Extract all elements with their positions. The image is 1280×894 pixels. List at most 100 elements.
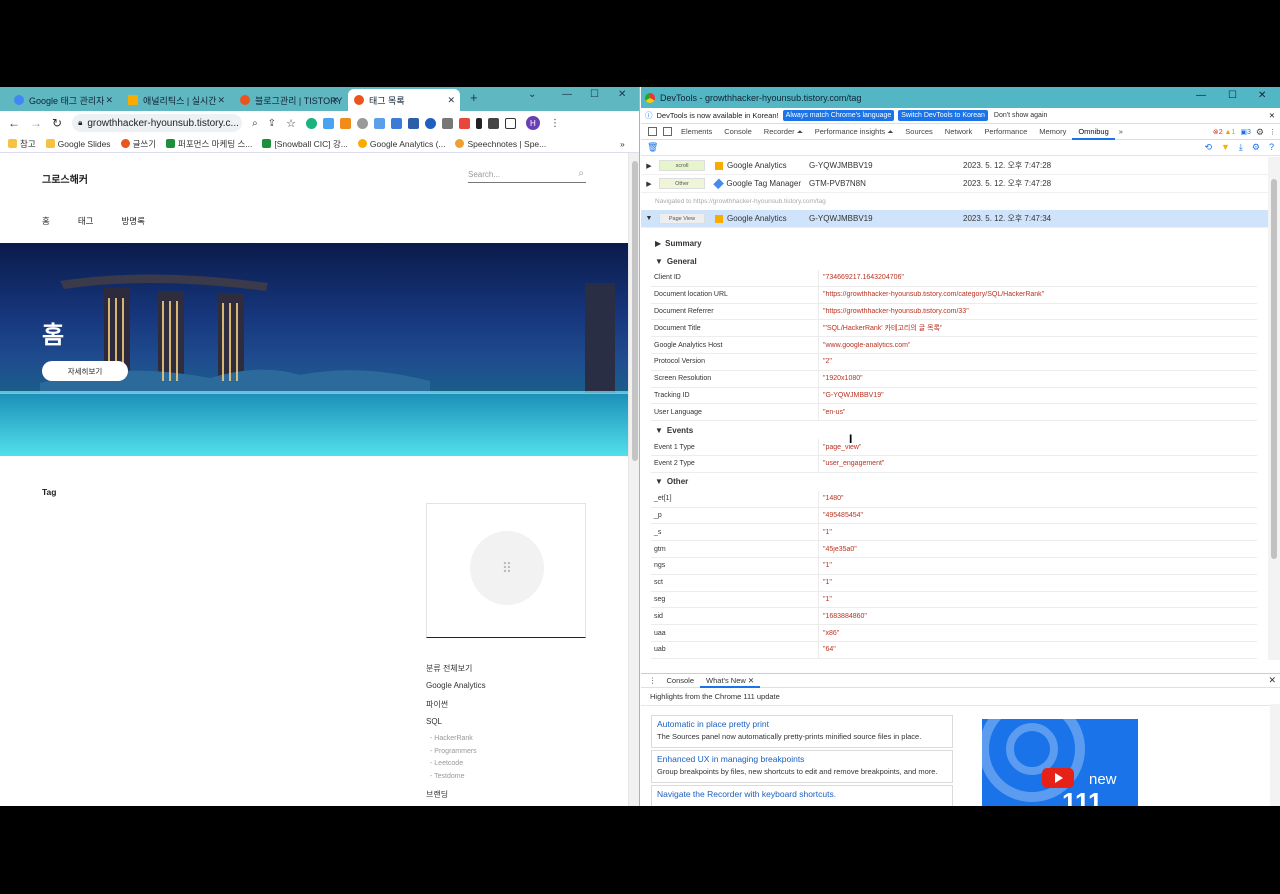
close-drawer-icon[interactable]: ✕ xyxy=(1268,675,1276,686)
gear-icon[interactable]: ⚙ xyxy=(1252,142,1260,153)
subcategory-item[interactable]: - Testdome xyxy=(426,773,486,786)
category-item[interactable]: 브랜딩 xyxy=(426,789,486,806)
more-icon[interactable]: ⋮ xyxy=(550,118,560,129)
whats-new-title[interactable]: Enhanced UX in managing breakpoints xyxy=(657,754,947,764)
omnibug-scrollbar[interactable] xyxy=(1268,157,1280,660)
close-icon[interactable]: ✕ xyxy=(105,95,113,106)
zoom-icon[interactable]: ⌕ xyxy=(252,118,258,129)
search-input[interactable]: Search... ⌕ xyxy=(468,167,586,183)
back-icon[interactable]: ← xyxy=(8,116,20,130)
tab-tag-list[interactable]: 태그 목록 ✕ xyxy=(348,89,460,111)
tab-performance-insights[interactable]: Performance insights ⏶ xyxy=(809,124,900,140)
gear-icon[interactable]: ⚙ xyxy=(1256,127,1264,138)
extension-icon[interactable] xyxy=(390,117,402,129)
whats-new-item[interactable]: Enhanced UX in managing breakpoints Grou… xyxy=(651,750,953,783)
tab-gtm[interactable]: Google 태그 관리자 ✕ xyxy=(8,89,118,111)
tab-memory[interactable]: Memory xyxy=(1033,124,1072,140)
more-tabs-icon[interactable]: » xyxy=(1119,127,1123,136)
scrollbar-thumb[interactable] xyxy=(632,161,638,461)
error-badge[interactable]: ⊗2 ▲1 xyxy=(1213,128,1236,136)
tab-network[interactable]: Network xyxy=(939,124,979,140)
request-row-expanded[interactable]: ▼ Page View Google Analytics G-YQWJMBBV1… xyxy=(641,210,1268,228)
download-icon[interactable]: ⤓ xyxy=(1239,142,1243,153)
drawer-scrollbar[interactable] xyxy=(1270,704,1280,806)
help-icon[interactable]: ? xyxy=(1269,142,1274,153)
extension-icon[interactable] xyxy=(458,117,470,129)
request-row[interactable]: ▶ Other Google Tag Manager GTM-PVB7N8N 2… xyxy=(641,175,1268,193)
whats-new-item[interactable]: Navigate the Recorder with keyboard shor… xyxy=(651,785,953,806)
whats-new-title[interactable]: Navigate the Recorder with keyboard shor… xyxy=(657,789,947,799)
maximize-icon[interactable]: ☐ xyxy=(1228,90,1237,101)
subcategory-item[interactable]: - Programmers xyxy=(426,748,486,761)
whats-new-title[interactable]: Automatic in place pretty print xyxy=(657,719,947,729)
read-more-button[interactable]: 자세히보기 xyxy=(42,361,128,381)
extension-icon[interactable] xyxy=(441,117,453,129)
bookmark-item[interactable]: Google Analytics (... xyxy=(357,139,445,149)
site-title[interactable]: 그로스해커 xyxy=(42,171,88,186)
page-scrollbar[interactable] xyxy=(628,153,639,806)
dont-show-again-link[interactable]: Don't show again xyxy=(994,112,1047,119)
other-section[interactable]: ▼ Other xyxy=(641,473,1268,491)
trash-icon[interactable]: 🗑︎ xyxy=(647,142,658,153)
more-icon[interactable]: ⋮ xyxy=(645,676,661,685)
tab-recorder[interactable]: Recorder ⏶ xyxy=(758,124,809,140)
mic-icon[interactable] xyxy=(475,117,482,129)
search-icon[interactable]: ⌕ xyxy=(578,168,584,179)
maximize-icon[interactable]: ☐ xyxy=(590,89,599,100)
category-item[interactable]: Google Analytics xyxy=(426,681,486,699)
subcategory-item[interactable]: - Leetcode xyxy=(426,760,486,773)
close-icon[interactable]: ✕ xyxy=(1269,111,1275,120)
close-icon[interactable]: ✕ xyxy=(217,95,225,106)
whats-new-video-thumbnail[interactable]: new 111 xyxy=(982,719,1138,806)
tab-console[interactable]: Console xyxy=(718,124,758,140)
expand-arrow-icon[interactable]: ▶ xyxy=(641,162,657,170)
collapse-arrow-icon[interactable]: ▼ xyxy=(641,215,657,222)
history-icon[interactable]: ⟲ xyxy=(1204,142,1212,153)
bookmark-star-icon[interactable]: ☆ xyxy=(286,117,296,130)
tab-elements[interactable]: Elements xyxy=(675,124,718,140)
puzzle-icon[interactable] xyxy=(487,117,499,129)
message-badge[interactable]: ▣3 xyxy=(1240,128,1251,136)
chevron-right-icon[interactable]: » xyxy=(620,139,625,149)
summary-section[interactable]: ▶ Summary xyxy=(641,234,1268,252)
youtube-play-icon[interactable] xyxy=(1042,768,1074,788)
category-item[interactable]: 파이썬 xyxy=(426,699,486,717)
close-icon[interactable]: ✕ xyxy=(331,95,339,106)
filter-icon[interactable]: ▼ xyxy=(1221,142,1230,153)
extension-icon[interactable] xyxy=(322,117,334,129)
nav-home[interactable]: 홈 xyxy=(42,215,50,227)
subcategory-item[interactable]: - HackerRank xyxy=(426,735,486,748)
events-section[interactable]: ▼ Events xyxy=(641,421,1268,439)
close-window-icon[interactable]: ✕ xyxy=(1258,90,1266,101)
forward-icon[interactable]: → xyxy=(30,116,42,130)
close-icon[interactable]: ✕ xyxy=(447,95,455,106)
bookmark-item[interactable]: 글쓰기 xyxy=(120,138,156,150)
tab-blog-admin[interactable]: 블로그관리 | TISTORY ✕ xyxy=(234,89,344,111)
drawer-tab-whats-new[interactable]: What's New ✕ xyxy=(700,674,761,688)
chevron-down-icon[interactable]: ⌄ xyxy=(528,89,536,100)
nav-tag[interactable]: 태그 xyxy=(78,215,94,227)
close-icon[interactable]: ✕ xyxy=(748,676,754,685)
bookmark-item[interactable]: Google Slides xyxy=(45,139,111,149)
reload-icon[interactable]: ↻ xyxy=(52,116,62,130)
nav-guestbook[interactable]: 방명록 xyxy=(121,215,144,227)
request-row[interactable]: ▶ scroll Google Analytics G-YQWJMBBV19 2… xyxy=(641,157,1268,175)
tab-performance[interactable]: Performance xyxy=(978,124,1033,140)
extension-icon[interactable] xyxy=(339,117,351,129)
new-tab-button[interactable]: + xyxy=(470,90,478,105)
bookmark-item[interactable]: [Snowball CIC] 강... xyxy=(262,138,348,150)
tab-omnibug[interactable]: Omnibug xyxy=(1072,124,1115,140)
category-item[interactable]: 분류 전체보기 xyxy=(426,663,486,681)
extension-icon[interactable] xyxy=(356,117,368,129)
avatar[interactable]: H xyxy=(525,116,540,130)
scrollbar-thumb[interactable] xyxy=(1271,179,1277,559)
bookmark-item[interactable]: 퍼포먼스 마케팅 스... xyxy=(166,138,252,150)
whats-new-item[interactable]: Automatic in place pretty print The Sour… xyxy=(651,715,953,748)
category-item[interactable]: SQL xyxy=(426,717,486,735)
general-section[interactable]: ▼ General xyxy=(641,252,1268,270)
drawer-tab-console[interactable]: Console xyxy=(661,674,701,688)
sidebar-icon[interactable] xyxy=(504,117,516,129)
minimize-icon[interactable]: — xyxy=(562,89,572,100)
bookmark-item[interactable]: Speechnotes | Spe... xyxy=(455,139,546,149)
expand-arrow-icon[interactable]: ▶ xyxy=(641,180,657,188)
